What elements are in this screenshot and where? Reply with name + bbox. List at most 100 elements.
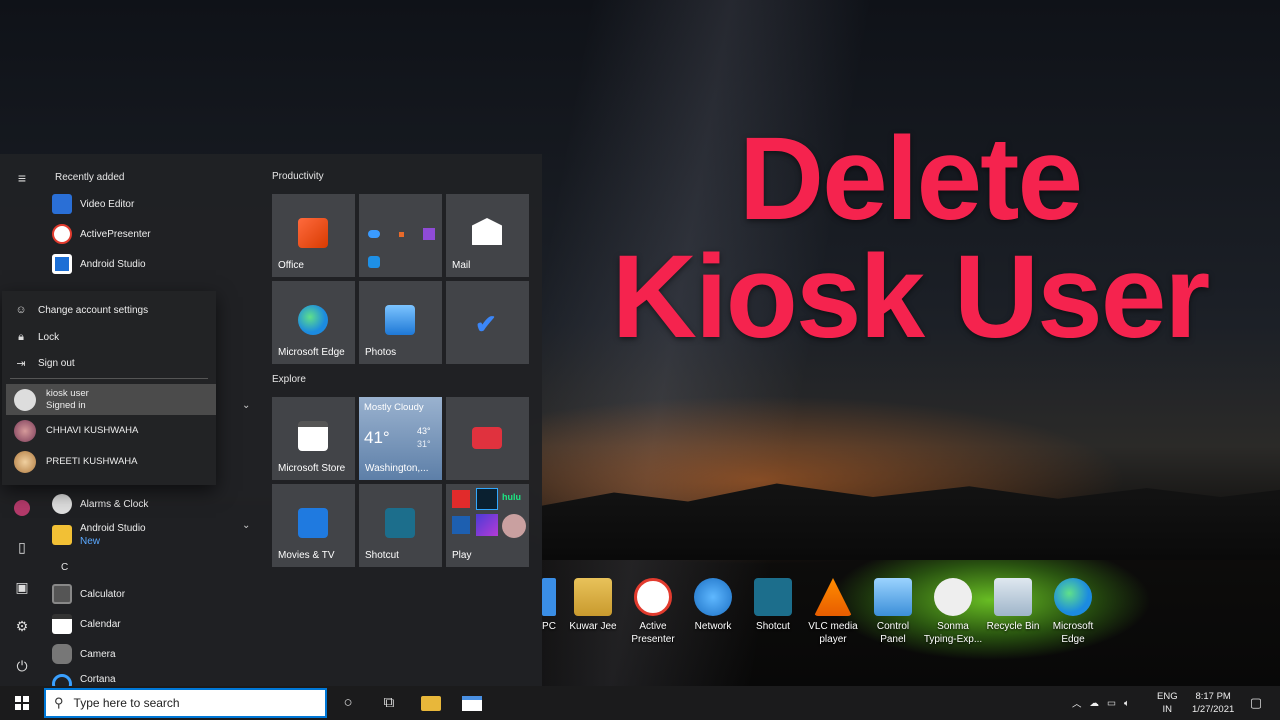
edge-icon [298, 305, 328, 335]
movies-tv-icon [298, 508, 328, 538]
pc-icon [542, 578, 556, 616]
system-tray: ︿ ☁ ▭ 🔈︎ [1072, 686, 1130, 720]
android-studio-icon [52, 254, 72, 274]
cortana-icon [52, 674, 72, 686]
app-android-studio-recent[interactable]: Android Studio [52, 254, 146, 274]
network-icon[interactable]: ▭ [1107, 698, 1116, 709]
roblox-icon [452, 490, 470, 508]
account-flyout: ☺ Change account settings 🔒︎ Lock ⇥ Sign… [2, 291, 216, 485]
recently-added-header: Recently added [55, 172, 125, 183]
photos-icon [385, 305, 415, 335]
desktop-icon-active-presenter[interactable]: Active Presenter [623, 578, 683, 646]
app-cortana[interactable]: Cortana [52, 674, 116, 686]
new-badge: New [80, 536, 101, 547]
video-editor-icon [52, 194, 72, 214]
default-avatar-icon [14, 388, 36, 411]
group-explore: Explore [272, 374, 306, 385]
activepresenter-icon [634, 578, 672, 616]
app-calendar[interactable]: Calendar [52, 614, 121, 634]
volume-icon[interactable]: 🔈︎ [1124, 698, 1130, 709]
sign-out-icon: ⇥ [16, 358, 26, 370]
app-calculator[interactable]: Calculator [52, 584, 125, 604]
desktop-icon-network[interactable]: Network [683, 578, 743, 646]
hulu-icon: hulu [502, 492, 521, 502]
desktop-icon-kuwar-jee[interactable]: Kuwar Jee [563, 578, 623, 646]
shotcut-icon [385, 508, 415, 538]
power-icon[interactable]: ⏻ [14, 658, 30, 674]
app-alarms-clock[interactable]: Alarms & Clock [52, 494, 148, 514]
task-view-icon[interactable]: ⧉ [379, 693, 399, 713]
tile-movies-tv[interactable]: Movies & TV [272, 484, 355, 567]
tile-office-apps-folder[interactable] [359, 194, 442, 277]
tile-microsoft-store[interactable]: Microsoft Store [272, 397, 355, 480]
cortana-circle-icon[interactable]: ○ [338, 693, 358, 713]
desktop-icon-edge[interactable]: Microsoft Edge [1043, 578, 1103, 646]
clock[interactable]: 8:17 PM 1/27/2021 [1192, 686, 1234, 720]
store-bag-icon [298, 421, 328, 451]
alarm-clock-icon [52, 494, 72, 514]
vlc-cone-icon [814, 578, 852, 616]
hamburger-menu-icon[interactable]: ≡ [14, 170, 30, 186]
calculator-icon [52, 584, 72, 604]
tile-office[interactable]: Office [272, 194, 355, 277]
start-button[interactable] [0, 686, 44, 720]
tile-play-folder[interactable]: hulu Play [446, 484, 529, 567]
desktop-icon-sonma[interactable]: Sonma Typing-Exp... [923, 578, 983, 646]
title-line-2: Kiosk User [611, 231, 1211, 363]
app-camera[interactable]: Camera [52, 644, 116, 664]
folder-icon [52, 525, 72, 545]
network-icon [694, 578, 732, 616]
language-indicator[interactable]: ENG IN [1157, 686, 1178, 720]
office-icon [298, 218, 328, 248]
news-icon [472, 427, 502, 449]
settings-gear-icon[interactable]: ⚙ [14, 618, 30, 634]
tile-shotcut[interactable]: Shotcut [359, 484, 442, 567]
app-activepresenter[interactable]: ActivePresenter [52, 224, 151, 244]
avatar [14, 419, 36, 442]
search-box[interactable]: ⚲ Type here to search [44, 688, 327, 718]
onenote-icon [423, 228, 435, 240]
desktop-icon-vlc[interactable]: VLC media player [803, 578, 863, 646]
desktop-icons: PC Kuwar Jee Active Presenter Network Sh… [535, 578, 1103, 646]
tile-microsoft-edge[interactable]: Microsoft Edge [272, 281, 355, 364]
desktop-icon-recycle-bin[interactable]: Recycle Bin [983, 578, 1043, 646]
control-panel-icon [874, 578, 912, 616]
game-icon [502, 514, 526, 538]
profile-avatar-icon[interactable] [14, 500, 30, 516]
app-video-editor[interactable]: Video Editor [52, 194, 134, 214]
user-folder-icon [574, 578, 612, 616]
desktop-icon-shotcut[interactable]: Shotcut [743, 578, 803, 646]
onedrive-cloud-icon[interactable]: ☁ [1090, 698, 1100, 709]
file-explorer-icon[interactable] [421, 696, 441, 711]
chevron-down-icon[interactable]: ⌄ [242, 520, 250, 531]
account-preeti-kushwaha[interactable]: PREETI KUSHWAHA [6, 446, 216, 477]
onedrive-icon [368, 230, 380, 238]
powerpoint-icon [399, 232, 404, 237]
account-kiosk-user[interactable]: kiosk user Signed in [6, 384, 216, 415]
tile-photos[interactable]: Photos [359, 281, 442, 364]
account-chhavi-kushwaha[interactable]: CHHAVI KUSHWAHA [6, 415, 216, 446]
divider [10, 378, 208, 379]
tile-todo[interactable]: ✔ [446, 281, 529, 364]
tile-weather[interactable]: Mostly Cloudy 41° 43° 31° Washington,... [359, 397, 442, 480]
tile-news[interactable] [446, 397, 529, 480]
windows-logo-icon [15, 696, 29, 710]
notification-icon[interactable]: ▢ [1246, 693, 1266, 713]
pictures-icon[interactable]: ▣ [14, 579, 30, 595]
sonma-icon [934, 578, 972, 616]
sign-out-option[interactable]: ⇥ Sign out [14, 357, 74, 370]
change-account-settings[interactable]: ☺ Change account settings [14, 304, 148, 316]
letter-header-c[interactable]: C [61, 562, 68, 573]
documents-icon[interactable]: ▯ [14, 539, 30, 555]
chevron-up-icon[interactable]: ︿ [1072, 696, 1082, 710]
lock-option[interactable]: 🔒︎ Lock [14, 331, 59, 344]
taskbar: ⚲ Type here to search ○ ⧉ ︿ ☁ ▭ 🔈︎ ENG I… [0, 686, 1280, 720]
desktop-icon-control-panel[interactable]: Control Panel [863, 578, 923, 646]
edge-icon [1054, 578, 1092, 616]
search-icon: ⚲ [54, 695, 64, 710]
store-icon[interactable] [462, 696, 482, 711]
chevron-down-icon[interactable]: ⌄ [242, 400, 250, 411]
app-android-studio-folder[interactable]: Android Studio New [52, 522, 146, 548]
app-icon [452, 516, 470, 534]
tile-mail[interactable]: Mail [446, 194, 529, 277]
